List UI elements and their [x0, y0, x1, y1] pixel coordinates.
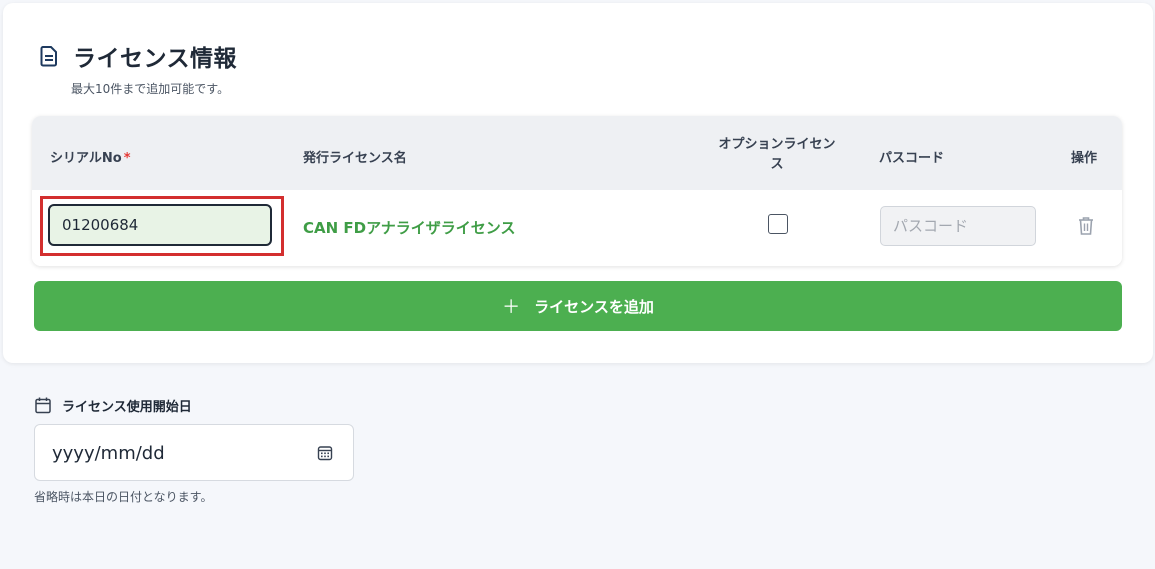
- start-date-label-row: ライセンス使用開始日: [35, 396, 192, 415]
- document-icon: [40, 46, 57, 67]
- column-header-serial: シリアルNo *: [50, 147, 131, 166]
- license-table: シリアルNo* 発行ライセンス名 オプションライセン ス パスコード 操作 CA…: [32, 116, 1122, 266]
- serial-number-input[interactable]: [48, 204, 272, 246]
- required-marker: *: [123, 151, 131, 166]
- license-name: CAN FDアナライザライセンス: [303, 219, 516, 237]
- column-header-actions: 操作: [1071, 151, 1098, 166]
- date-placeholder: yyyy/mm/dd: [52, 443, 165, 464]
- calendar-icon: [35, 397, 51, 414]
- section-subtitle: 最大10件まで追加可能です。: [71, 82, 230, 96]
- column-header-passcode: パスコード: [879, 151, 945, 166]
- column-header-option-license: オプションライセン ス: [712, 135, 842, 175]
- option-header-line-2: ス: [770, 157, 784, 172]
- add-license-label: ライセンスを追加: [534, 297, 654, 316]
- passcode-input[interactable]: [880, 206, 1036, 246]
- start-date-label: ライセンス使用開始日: [62, 400, 192, 415]
- column-header-license-name: 発行ライセンス名: [303, 151, 407, 166]
- section-title: ライセンス情報: [73, 46, 238, 72]
- table-row: CAN FDアナライザライセンス: [32, 190, 1122, 266]
- start-date-help-text: 省略時は本日の日付となります。: [34, 490, 213, 504]
- section-header: ライセンス情報: [39, 39, 237, 73]
- plus-icon: ＋: [502, 297, 521, 318]
- table-header: シリアルNo * 発行ライセンス名 オプションライセン ス パスコード 操作: [32, 116, 1122, 190]
- add-license-button[interactable]: ＋ ライセンスを追加: [34, 281, 1122, 331]
- trash-icon[interactable]: [1077, 216, 1095, 236]
- option-license-checkbox[interactable]: [768, 214, 788, 234]
- start-date-input[interactable]: yyyy/mm/dd: [34, 424, 354, 481]
- calendar-picker-icon[interactable]: [317, 445, 333, 461]
- option-header-line-1: オプションライセン: [718, 137, 836, 152]
- serial-header-label: シリアルNo: [50, 151, 122, 166]
